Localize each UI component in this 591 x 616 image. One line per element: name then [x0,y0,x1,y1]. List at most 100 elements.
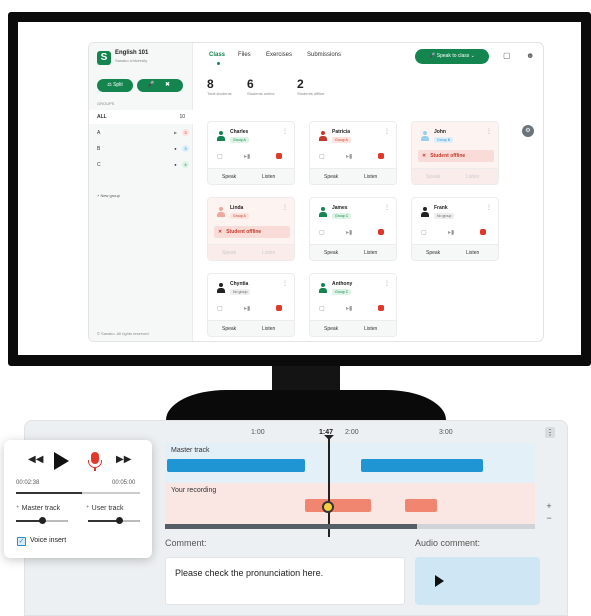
record-icon[interactable] [378,153,384,159]
screen-icon[interactable]: ▢ [421,229,427,236]
recording-segment[interactable] [405,499,437,512]
user-volume-slider[interactable] [88,517,140,524]
logo-icon: S [97,51,111,65]
user-icon[interactable]: ☻ [526,51,534,60]
tab-files[interactable]: Files [238,52,251,58]
transport-controls: ◀◀ ▶▶ 00:02:38 00:05:00 ⁺ Master track ⁺… [4,440,152,558]
media-icon[interactable]: ▸▮ [244,305,250,312]
monitor-screen: S English 101 Sanako University ⚖ Split … [18,22,581,355]
speak-button[interactable]: Speak [324,250,338,256]
avatar [217,131,225,141]
group-row-all[interactable]: ALL 10 [89,110,193,124]
student-card-linda[interactable]: Linda Group A ⋮ ✕ Student offline Speak Li… [207,197,295,261]
listen-button[interactable]: Listen [466,250,479,256]
zoom-in-icon[interactable]: + [544,501,554,511]
more-icon[interactable]: ⋮ [384,280,390,287]
offline-banner: ✕ Student offline [418,150,494,162]
screen-icon[interactable]: ▢ [319,153,325,160]
more-menu-icon[interactable]: ⋮ [545,427,555,438]
master-segment[interactable] [361,459,483,472]
media-icon[interactable]: ▸▮ [346,305,352,312]
more-icon[interactable]: ⋮ [282,280,288,287]
record-icon[interactable] [276,305,282,311]
master-volume-slider[interactable] [16,517,68,524]
speak-button[interactable]: Speak [324,174,338,180]
comment-field[interactable]: Please check the pronunciation here. [165,557,405,605]
student-card-chyntia[interactable]: Chyntia No group ⋮ ▢ ▸▮ Speak Listen [207,273,295,337]
student-card-anthony[interactable]: Anthony Group C ⋮ ▢ ▸▮ Speak Listen [309,273,397,337]
rewind-icon[interactable]: ◀◀ [28,454,43,465]
audio-comment-player[interactable] [415,557,540,605]
media-icon[interactable]: ▸▮ [346,153,352,160]
more-icon[interactable]: ⋮ [486,128,492,135]
student-card-john[interactable]: John Group B ⋮ ✕ Student offline Speak Lis… [411,121,499,185]
media-icon[interactable]: ▸▮ [346,229,352,236]
play-button[interactable] [54,452,69,470]
student-card-patricia[interactable]: Patricia Group A ⋮ ▢ ▸▮ Speak Listen [309,121,397,185]
record-icon[interactable] [276,153,282,159]
group-row-a[interactable]: A ▶ 3 [89,126,193,140]
screen-icon[interactable]: ▢ [319,305,325,312]
listen-button[interactable]: Listen [262,174,275,180]
record-icon[interactable] [378,305,384,311]
avatar [217,207,225,217]
speak-button[interactable]: Speak [222,326,236,332]
playback-progress[interactable] [16,492,140,494]
tab-submissions[interactable]: Submissions [307,52,341,58]
record-icon[interactable] [378,229,384,235]
elapsed-time: 00:02:38 [16,480,40,486]
audio-comment-label: Audio comment: [415,538,481,548]
recording-lane[interactable]: Your recording [165,483,535,525]
tab-exercises[interactable]: Exercises [266,52,292,58]
more-icon[interactable]: ⋮ [486,204,492,211]
media-icon[interactable]: ▸▮ [244,153,250,160]
zoom-out-icon[interactable]: − [544,513,554,523]
listen-button[interactable]: Listen [262,326,275,332]
student-card-james[interactable]: James Group C ⋮ ▢ ▸▮ Speak Listen [309,197,397,261]
mic-icon: 🎤 [147,82,155,88]
master-track-lane[interactable]: Master track [165,443,535,483]
listen-button[interactable]: Listen [364,326,377,332]
media-icon[interactable]: ▸▮ [448,229,454,236]
recording-segment[interactable] [305,499,371,512]
settings-icon[interactable]: ⚙ [522,125,534,137]
screen-icon[interactable]: ▢ [319,229,325,236]
fast-forward-icon[interactable]: ▶▶ [116,454,131,465]
screen-icon[interactable]: ▢ [217,153,223,160]
group-row-b[interactable]: B ● 3 [89,142,193,156]
voice-insert-checkbox[interactable]: ✓ [17,537,26,546]
close-icon: ✕ [422,153,427,159]
screen-icon[interactable]: ▢ [217,305,223,312]
speak-to-class-button[interactable]: 🎤 Speak to class ⌄ [415,49,489,64]
more-icon[interactable]: ⋮ [282,204,288,211]
student-card-frank[interactable]: Frank No group ⋮ ▢ ▸▮ Speak Listen [411,197,499,261]
more-icon[interactable]: ⋮ [282,128,288,135]
your-recording-label: Your recording [171,487,217,494]
timeline-scrollbar[interactable] [165,524,535,529]
group-row-c[interactable]: C ● 4 [89,158,193,172]
scrollbar-thumb[interactable] [165,524,417,529]
listen-button[interactable]: Listen [364,250,377,256]
speak-button[interactable]: Speak [426,250,440,256]
mic-toggle-button[interactable]: 🎤 ✖ [137,79,183,92]
group-tag: Group C [332,289,352,295]
more-icon[interactable]: ⋮ [384,204,390,211]
monitor-stand [166,390,446,420]
chat-icon[interactable]: ▢ [503,51,511,60]
playhead[interactable] [328,437,330,537]
split-button[interactable]: ⚖ Split [97,79,133,92]
student-name: Linda [230,205,244,211]
new-group-button[interactable]: + New group [97,193,120,198]
record-icon[interactable] [480,229,486,235]
playhead-handle[interactable] [322,501,334,513]
tab-class[interactable]: Class [209,52,225,58]
speak-button[interactable]: Speak [222,174,236,180]
play-icon[interactable] [435,575,444,587]
group-tag: No group [434,213,455,219]
more-icon[interactable]: ⋮ [384,128,390,135]
listen-button[interactable]: Listen [364,174,377,180]
master-segment[interactable] [167,459,305,472]
student-card-charles[interactable]: Charles Group A ⋮ ▢ ▸▮ Speak Listen [207,121,295,185]
avatar [421,207,429,217]
speak-button[interactable]: Speak [324,326,338,332]
